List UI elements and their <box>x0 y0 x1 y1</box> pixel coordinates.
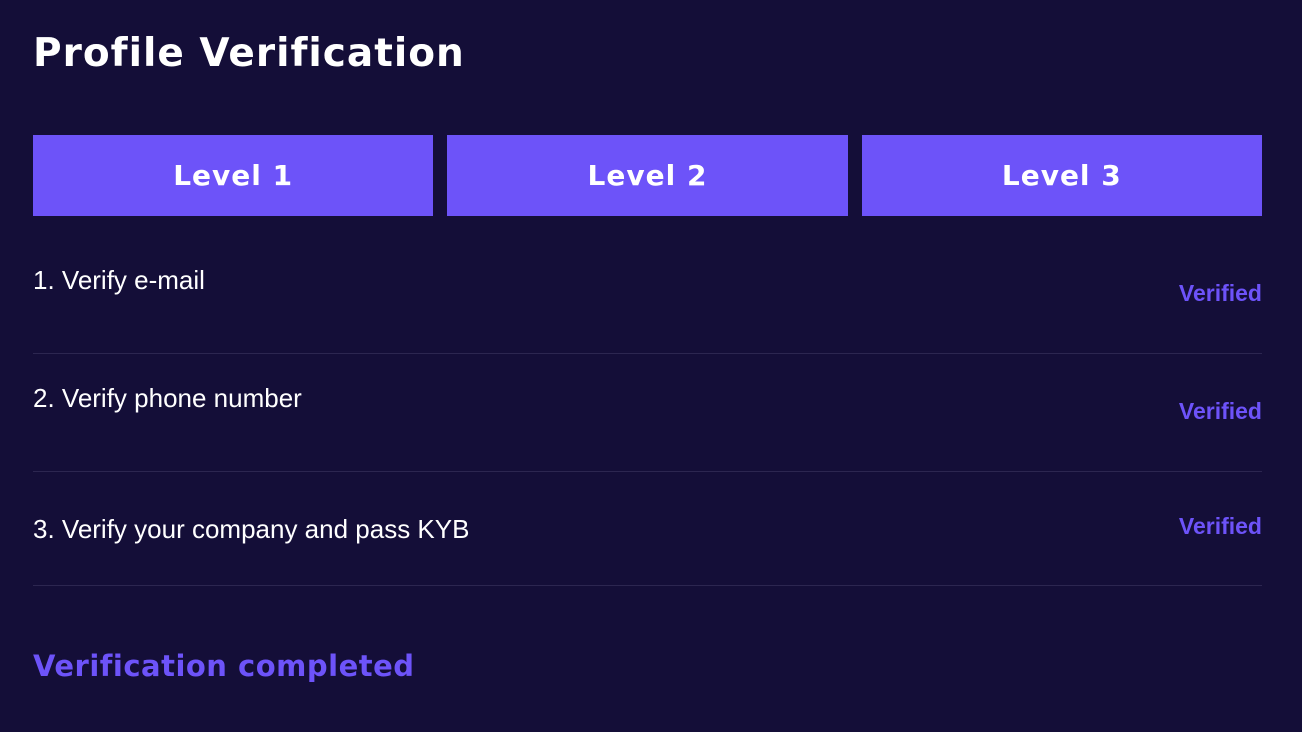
status-badge: Verified <box>1178 513 1262 539</box>
profile-verification-page: Profile Verification Level 1 Level 2 Lev… <box>0 0 1302 732</box>
step-row-verify-phone: 2. Verify phone number Verified <box>33 354 1262 472</box>
tab-level-2[interactable]: Level 2 <box>447 135 848 216</box>
status-badge: Verified <box>1178 280 1262 306</box>
step-row-verify-email: 1. Verify e-mail Verified <box>33 216 1262 354</box>
step-label: 3. Verify your company and pass KYB <box>33 514 470 544</box>
page-title: Profile Verification <box>33 31 465 76</box>
step-row-verify-company: 3. Verify your company and pass KYB Veri… <box>33 472 1262 586</box>
verification-completed-text: Verification completed <box>33 649 415 683</box>
level-tabs: Level 1 Level 2 Level 3 <box>33 135 1262 216</box>
status-badge: Verified <box>1178 398 1262 424</box>
tab-level-3[interactable]: Level 3 <box>861 135 1262 216</box>
step-label: 2. Verify phone number <box>33 383 302 413</box>
step-label: 1. Verify e-mail <box>33 265 205 295</box>
verification-steps-list: 1. Verify e-mail Verified 2. Verify phon… <box>33 216 1262 586</box>
tab-level-1[interactable]: Level 1 <box>33 135 434 216</box>
